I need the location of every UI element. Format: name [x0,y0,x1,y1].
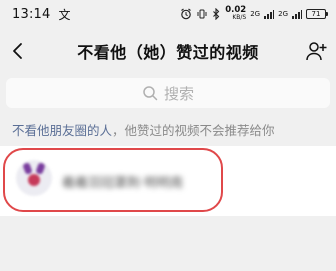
signal-2: 2G [278,9,288,18]
hint-accent: 不看他朋友圈的人 [12,123,113,138]
battery-level: 71 [311,10,321,18]
search-input[interactable]: 搜索 [6,78,330,108]
page-title: 不看他（她）赞过的视频 [77,43,259,62]
highlight-annotation [3,148,223,212]
add-user-button[interactable] [304,38,330,64]
net-speed-unit: KB/S [232,14,247,21]
bluetooth-icon [213,8,220,20]
hint-rest: ，他赞过的视频不会推荐给你 [112,123,275,138]
chevron-left-icon [13,43,22,59]
search-icon [143,86,158,101]
signal-2-icon [292,10,302,19]
signal-1-icon [264,10,275,19]
vibrate-icon [197,9,207,19]
net-speed: 0.02 KB/S [225,6,246,22]
battery-icon: 71 [306,9,328,19]
add-user-icon [306,42,327,61]
status-indicators: 0.02 KB/S 2G 2G 71 [180,6,328,22]
status-bar: 13:14 文 0.02 KB/S 2G 2G 71 [0,0,336,28]
net-speed-value: 0.02 [225,5,247,15]
signal-1: 2G [250,9,261,18]
signal-1-label: 2G [250,9,261,18]
hint-text: 不看他朋友圈的人，他赞过的视频不会推荐给你 [12,120,275,139]
nav-bar: 不看他（她）赞过的视频 [0,28,336,74]
back-button[interactable] [6,38,28,64]
status-time: 13:14 [12,6,51,22]
notification-icon: 文 [58,7,71,22]
alarm-icon [181,8,192,20]
search-placeholder: 搜索 [163,84,194,103]
list-item[interactable]: 羲羲羽冠罩荆·明明南 [0,146,336,216]
signal-2-label: 2G [278,9,288,18]
